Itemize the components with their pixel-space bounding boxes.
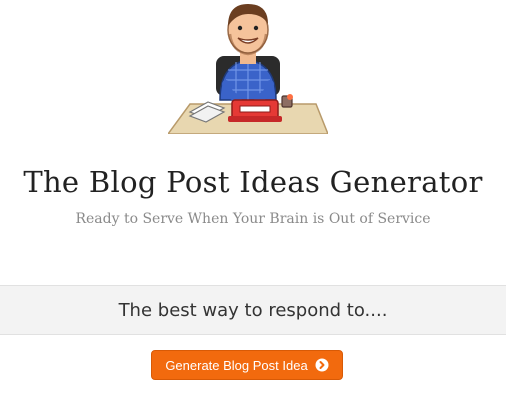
page-subtitle: Ready to Serve When Your Brain is Out of…: [75, 211, 431, 227]
page-title: The Blog Post Ideas Generator: [23, 165, 483, 199]
generate-button-label: Generate Blog Post Idea: [165, 357, 308, 373]
mascot-illustration: [166, 0, 330, 135]
chevron-circle-right-icon: [315, 358, 329, 372]
generate-idea-button[interactable]: Generate Blog Post Idea: [151, 350, 343, 380]
typewriter-man-illustration: [166, 4, 330, 135]
idea-display: The best way to respond to....: [0, 285, 506, 335]
idea-text: The best way to respond to....: [118, 299, 388, 321]
